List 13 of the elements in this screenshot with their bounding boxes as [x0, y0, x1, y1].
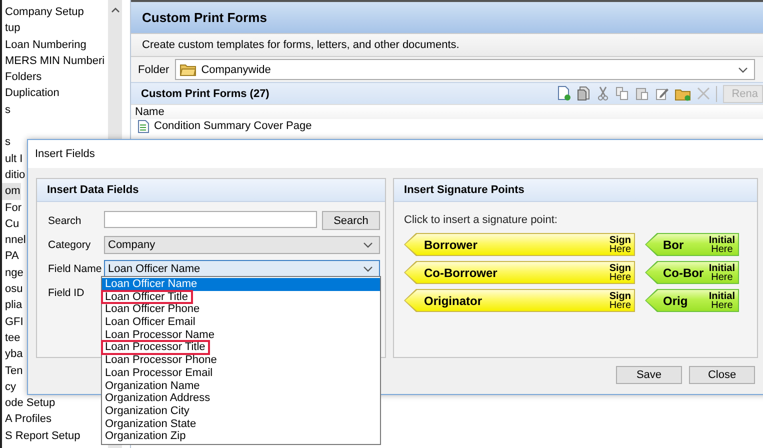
- field-name-label: Field Name: [48, 262, 102, 274]
- dialog-title: Insert Fields: [35, 148, 95, 160]
- page-title: Custom Print Forms: [142, 10, 267, 25]
- panel-title: Insert Data Fields: [47, 184, 139, 196]
- field-id-label: Field ID: [48, 286, 86, 298]
- search-label: Search: [48, 214, 82, 226]
- list-title: Custom Print Forms (27): [141, 88, 270, 100]
- panel-title: Insert Signature Points: [404, 184, 524, 196]
- category-label: Category: [48, 238, 92, 250]
- instruction-text: Click to insert a signature point:: [404, 214, 558, 226]
- column-title: Name: [135, 106, 164, 118]
- folder-label: Folder: [138, 64, 170, 76]
- description-text: Create custom templates for forms, letters, and other documents.: [142, 39, 460, 51]
